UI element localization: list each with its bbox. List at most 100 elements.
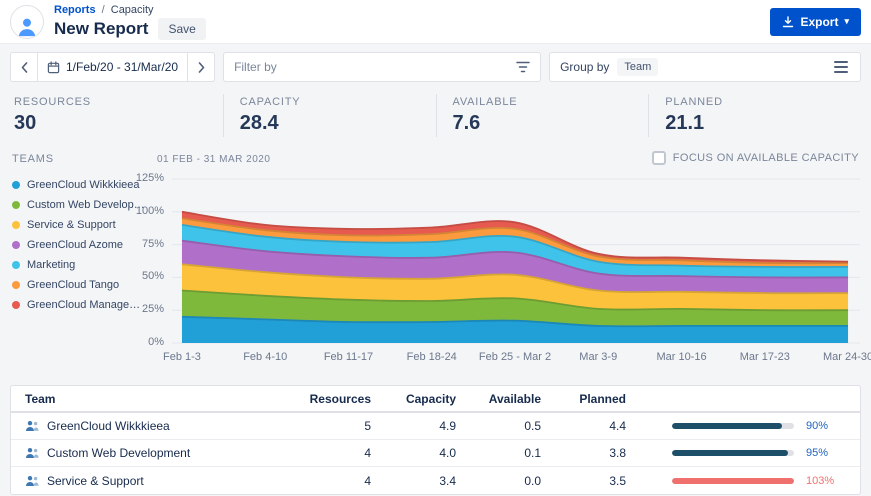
x-axis-label: Feb 25 - Mar 2	[479, 351, 551, 363]
focus-checkbox-label: FOCUS ON AVAILABLE CAPACITY	[673, 152, 859, 164]
team-name: Service & Support	[47, 474, 144, 488]
x-axis-label: Mar 3-9	[579, 351, 617, 363]
legend-label: GreenCloud Azome	[27, 239, 123, 251]
utilization-percent: 103%	[794, 475, 846, 487]
chart-title: 01 FEB - 31 MAR 2020	[157, 154, 270, 165]
next-period-button[interactable]	[187, 53, 214, 81]
chevron-down-icon: ▾	[844, 17, 849, 26]
utilization-bar-cell	[626, 450, 794, 456]
stat-resources: RESOURCES 30	[10, 94, 223, 137]
chart-plot-area: 0%25%50%75%100%125%Feb 1-3Feb 4-10Feb 11…	[172, 175, 860, 345]
stat-value: 30	[14, 112, 223, 135]
utilization-bar-cell	[626, 478, 794, 484]
stat-value: 21.1	[665, 112, 861, 135]
utilization-bar-fill	[672, 450, 788, 456]
legend-color-dot	[12, 281, 20, 289]
capacity-table: Team Resources Capacity Available Planne…	[10, 385, 861, 495]
summary-stats: RESOURCES 30 CAPACITY 28.4 AVAILABLE 7.6…	[0, 82, 871, 137]
team-icon	[25, 420, 39, 432]
y-axis-label: 100%	[124, 205, 164, 217]
export-label: Export	[800, 15, 838, 29]
page-title: New Report	[54, 19, 148, 39]
utilization-bar-fill	[672, 478, 794, 484]
team-icon	[25, 447, 39, 459]
filter-bar	[223, 52, 541, 82]
stat-label: AVAILABLE	[453, 96, 649, 108]
x-axis-label: Feb 1-3	[163, 351, 201, 363]
legend-label: GreenCloud Tango	[27, 279, 119, 291]
col-header-available[interactable]: Available	[456, 392, 541, 406]
header-title-block: Reports / Capacity New Report Save	[54, 3, 206, 40]
prev-period-button[interactable]	[11, 53, 38, 81]
legend-color-dot	[12, 181, 20, 189]
col-header-planned[interactable]: Planned	[541, 392, 626, 406]
legend-label: Service & Support	[27, 219, 116, 231]
stat-capacity: CAPACITY 28.4	[223, 94, 436, 137]
title-row: New Report Save	[54, 18, 206, 40]
legend-color-dot	[12, 241, 20, 249]
table-row[interactable]: Custom Web Development44.00.13.895%	[11, 440, 860, 467]
y-axis-label: 0%	[124, 336, 164, 348]
focus-available-capacity-toggle[interactable]: FOCUS ON AVAILABLE CAPACITY	[652, 151, 859, 165]
col-header-resources[interactable]: Resources	[281, 392, 371, 406]
date-range-display[interactable]: 1/Feb/20 - 31/Mar/20	[38, 60, 187, 74]
focus-checkbox[interactable]	[652, 151, 666, 165]
resources-cell: 5	[281, 419, 371, 433]
table-row[interactable]: GreenCloud Wikkkieea54.90.54.490%	[11, 413, 860, 440]
stat-label: RESOURCES	[14, 96, 223, 108]
col-header-team[interactable]: Team	[25, 392, 281, 406]
utilization-bar-track	[672, 450, 794, 456]
calendar-icon	[47, 61, 60, 74]
utilization-bar-track	[672, 478, 794, 484]
team-name: Custom Web Development	[47, 446, 190, 460]
x-axis-label: Mar 10-16	[656, 351, 706, 363]
y-axis-label: 75%	[124, 238, 164, 250]
toolbar: 1/Feb/20 - 31/Mar/20 Group by Team	[0, 44, 871, 82]
legend-label: GreenCloud Wikkkieea	[27, 179, 140, 191]
breadcrumb: Reports / Capacity	[54, 3, 206, 17]
x-axis-label: Feb 4-10	[243, 351, 287, 363]
filter-icon[interactable]	[516, 61, 530, 73]
stat-value: 7.6	[453, 112, 649, 135]
planned-cell: 3.5	[541, 474, 626, 488]
planned-cell: 3.8	[541, 446, 626, 460]
teams-panel-title: TEAMS	[12, 153, 54, 165]
table-header-row: Team Resources Capacity Available Planne…	[11, 386, 860, 413]
legend-color-dot	[12, 301, 20, 309]
group-by-team-chip[interactable]: Team	[617, 58, 658, 76]
filter-input[interactable]	[234, 60, 516, 74]
stat-label: PLANNED	[665, 96, 861, 108]
legend-label: Marketing	[27, 259, 75, 271]
stat-value: 28.4	[240, 112, 436, 135]
x-axis-label: Mar 17-23	[740, 351, 790, 363]
breadcrumb-current: Capacity	[111, 4, 154, 16]
header: Reports / Capacity New Report Save Expor…	[0, 0, 871, 44]
save-button[interactable]: Save	[158, 18, 205, 40]
utilization-bar-track	[672, 423, 794, 429]
team-name-cell: GreenCloud Wikkkieea	[25, 419, 281, 433]
avatar[interactable]	[10, 5, 44, 39]
capacity-table-body: GreenCloud Wikkkieea54.90.54.490%Custom …	[11, 413, 860, 494]
y-axis-label: 25%	[124, 303, 164, 315]
legend-color-dot	[12, 201, 20, 209]
stat-available: AVAILABLE 7.6	[436, 94, 649, 137]
resources-cell: 4	[281, 474, 371, 488]
capacity-cell: 3.4	[371, 474, 456, 488]
menu-icon[interactable]	[832, 57, 850, 77]
export-button[interactable]: Export ▾	[770, 8, 861, 36]
legend-color-dot	[12, 221, 20, 229]
utilization-percent: 90%	[794, 420, 846, 432]
col-header-capacity[interactable]: Capacity	[371, 392, 456, 406]
legend-item[interactable]: Service & Support	[12, 215, 162, 235]
date-range-text: 1/Feb/20 - 31/Mar/20	[66, 60, 178, 74]
available-cell: 0.5	[456, 419, 541, 433]
available-cell: 0.1	[456, 446, 541, 460]
y-axis-label: 125%	[124, 172, 164, 184]
utilization-bar-cell	[626, 423, 794, 429]
breadcrumb-reports-link[interactable]: Reports	[54, 4, 96, 16]
capacity-cell: 4.0	[371, 446, 456, 460]
team-name: GreenCloud Wikkkieea	[47, 419, 170, 433]
capacity-area-chart[interactable]	[172, 175, 860, 345]
table-row[interactable]: Service & Support43.40.03.5103%	[11, 467, 860, 494]
team-icon	[25, 475, 39, 487]
